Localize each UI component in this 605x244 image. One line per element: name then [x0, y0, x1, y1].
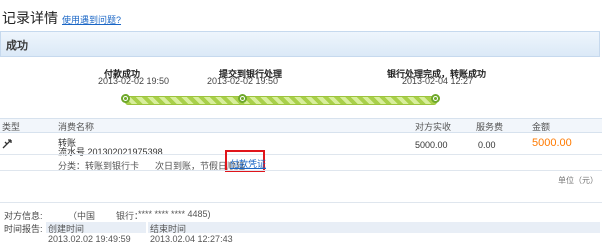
page-title: 记录详情 — [2, 10, 58, 26]
party-country: （中国 — [68, 211, 96, 221]
voucher-link[interactable]: 付款凭证 — [230, 157, 266, 170]
row-fee: 0.00 — [478, 140, 496, 150]
step-1-date: 2013-02-02 19:50 — [98, 76, 170, 86]
time-report-label: 时间报告: — [4, 224, 43, 234]
progress-track — [125, 96, 437, 105]
col-counterparty: 对方实收 — [415, 122, 452, 132]
unit-label: 单位（元） — [558, 176, 598, 185]
row-divider — [0, 154, 602, 155]
time-col-created-header: 创建时间 — [46, 222, 146, 234]
col-fee: 服务费 — [476, 122, 504, 132]
table-header: 类型 消费名称 对方实收 服务费 金额 — [0, 118, 602, 133]
row-amount: 5000.00 — [532, 137, 572, 149]
table-bottom-divider — [0, 170, 602, 171]
step-2-node — [238, 94, 247, 103]
time-created: 2013.02.02 19:49:59 — [48, 234, 131, 244]
step-1-node — [121, 94, 130, 103]
help-link[interactable]: 使用遇到问题? — [62, 13, 121, 26]
col-amount: 金额 — [532, 122, 551, 132]
step-3-date: 2013-02-04 12:27 — [402, 76, 474, 86]
step-3-node — [431, 94, 440, 103]
col-type: 类型 — [2, 122, 21, 132]
time-ended: 2013.02.04 12:27:43 — [150, 234, 233, 244]
row-serial: 流水号 201302021975398 — [58, 147, 163, 157]
status-bar: 成功 — [0, 31, 600, 57]
row-counterparty: 5000.00 — [415, 140, 448, 150]
transfer-icon — [2, 139, 12, 149]
time-col-ended-header: 结束时间 — [148, 222, 600, 234]
status-label: 成功 — [6, 40, 28, 52]
section-divider — [0, 202, 602, 203]
col-name: 消费名称 — [58, 122, 95, 132]
party-info-label: 对方信息: — [4, 211, 43, 221]
step-2-date: 2013-02-02 19:50 — [207, 76, 279, 86]
party-bank-account: **** **** **** 4485) — [138, 209, 211, 219]
